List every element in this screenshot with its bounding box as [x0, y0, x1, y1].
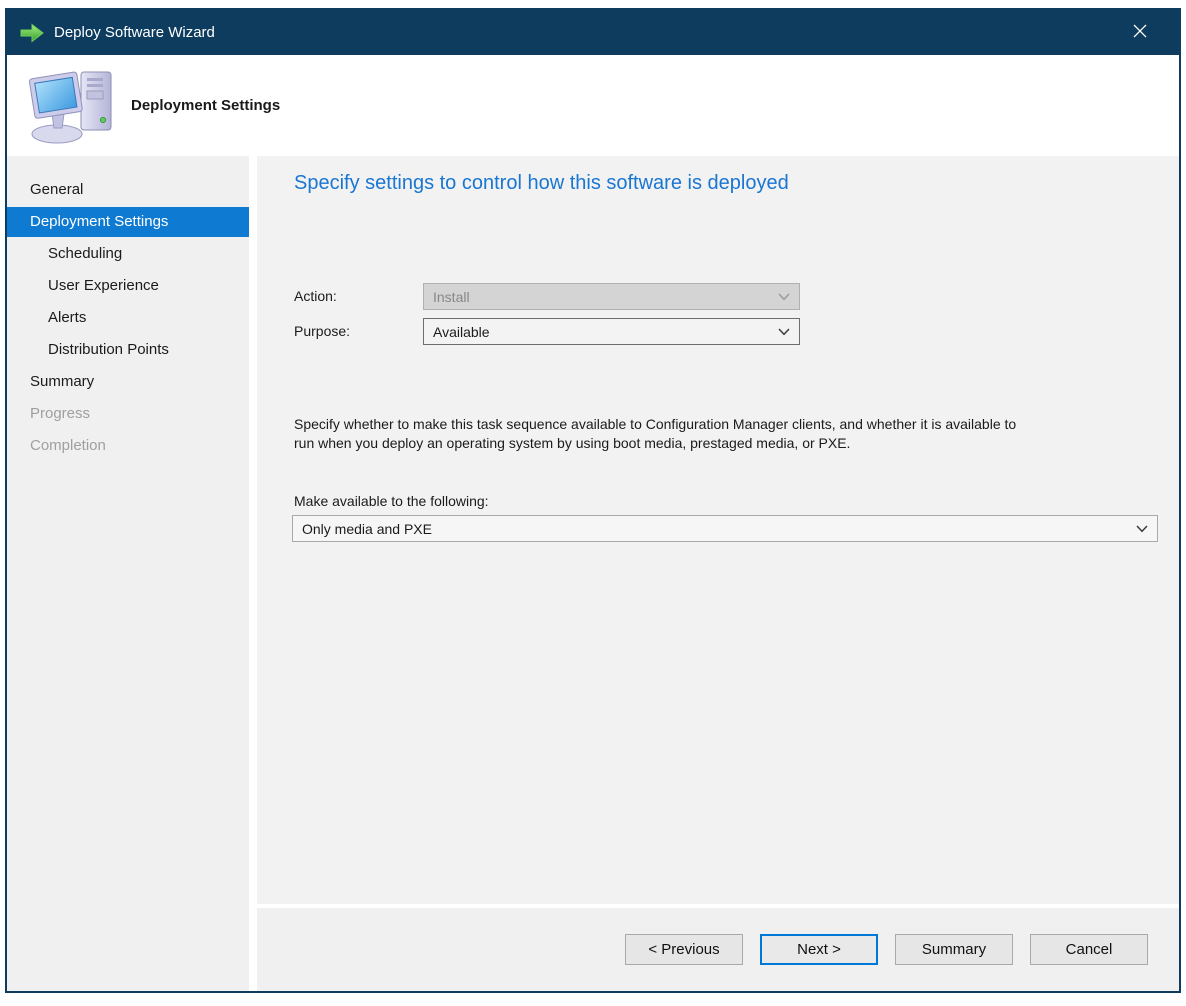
action-value: Install [433, 289, 770, 305]
make-available-combobox[interactable]: Only media and PXE [292, 515, 1158, 542]
wizard-arrow-icon [19, 22, 45, 44]
cancel-button[interactable]: Cancel [1030, 934, 1148, 965]
sidebar-item-completion: Completion [7, 431, 249, 461]
chevron-down-icon [778, 328, 790, 336]
footer: < Previous Next > Summary Cancel [257, 908, 1179, 991]
sidebar-item-distribution-points[interactable]: Distribution Points [7, 335, 249, 365]
page-title: Deployment Settings [131, 97, 280, 114]
purpose-value: Available [433, 324, 770, 340]
content-panel: Specify settings to control how this sof… [257, 156, 1179, 904]
content-heading: Specify settings to control how this sof… [294, 172, 789, 195]
wizard-body: General Deployment Settings Scheduling U… [7, 156, 1179, 991]
sidebar-item-progress: Progress [7, 399, 249, 429]
titlebar: Deploy Software Wizard [7, 10, 1179, 55]
sidebar-item-scheduling[interactable]: Scheduling [7, 239, 249, 269]
sidebar-item-alerts[interactable]: Alerts [7, 303, 249, 333]
make-available-value: Only media and PXE [302, 521, 1128, 537]
action-combobox: Install [423, 283, 800, 310]
wizard-window: Deploy Software Wizard [5, 8, 1181, 993]
sidebar-item-deployment-settings[interactable]: Deployment Settings [7, 207, 249, 237]
chevron-down-icon [778, 293, 790, 301]
description-text: Specify whether to make this task sequen… [294, 415, 1016, 453]
wizard-steps-sidebar: General Deployment Settings Scheduling U… [7, 156, 249, 991]
action-label: Action: [294, 283, 422, 310]
purpose-label: Purpose: [294, 318, 422, 345]
summary-button[interactable]: Summary [895, 934, 1013, 965]
sidebar-content-divider [249, 156, 257, 991]
window-title: Deploy Software Wizard [54, 24, 215, 41]
wizard-header: Deployment Settings [7, 55, 1179, 156]
description-line: run when you deploy an operating system … [294, 434, 1016, 453]
close-icon [1132, 23, 1148, 42]
sidebar-item-summary[interactable]: Summary [7, 367, 249, 397]
purpose-combobox[interactable]: Available [423, 318, 800, 345]
computer-icon [25, 66, 121, 146]
close-button[interactable] [1119, 10, 1161, 55]
sidebar-item-user-experience[interactable]: User Experience [7, 271, 249, 301]
make-available-label: Make available to the following: [294, 493, 489, 509]
previous-button[interactable]: < Previous [625, 934, 743, 965]
description-line: Specify whether to make this task sequen… [294, 415, 1016, 434]
chevron-down-icon [1136, 525, 1148, 533]
sidebar-item-general[interactable]: General [7, 175, 249, 205]
next-button[interactable]: Next > [760, 934, 878, 965]
